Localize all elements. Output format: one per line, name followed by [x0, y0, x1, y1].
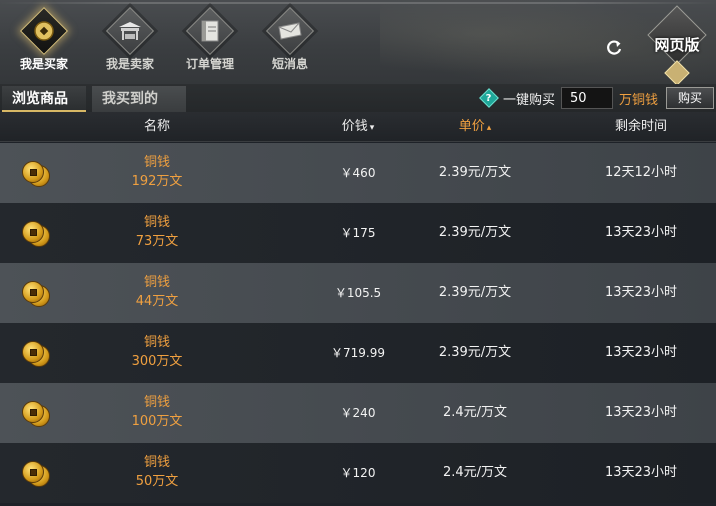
item-name: 铜钱 — [143, 155, 170, 170]
price-cell: ￥719.99 — [331, 346, 385, 360]
table-row[interactable]: 铜钱 50万文 ￥120 2.4元/万文 13天23小时 — [0, 443, 716, 503]
sort-down-icon: ▾ — [369, 123, 375, 133]
refresh-icon — [607, 40, 622, 55]
item-amount: 44万文 — [135, 294, 179, 309]
buy-button[interactable]: 购买 — [666, 87, 715, 109]
nav-seller[interactable]: 我是卖家 — [94, 6, 166, 76]
unit-price-cell: 2.39元/万文 — [438, 225, 512, 240]
one-click-buy-label: 一键购买 — [503, 92, 556, 108]
help-icon[interactable]: ? — [479, 88, 499, 108]
top-rail-divider — [0, 2, 716, 4]
item-name: 铜钱 — [143, 275, 170, 290]
table-row[interactable]: 铜钱 73万文 ￥175 2.39元/万文 13天23小时 — [0, 203, 716, 263]
column-header-time-left[interactable]: 剩余时间 — [586, 112, 696, 142]
time-left-cell: 13天23小时 — [604, 405, 678, 420]
item-amount: 100万文 — [131, 414, 183, 429]
seller-stall-icon — [94, 18, 166, 44]
nav-orders-label: 订单管理 — [185, 57, 234, 71]
nav-buyer-label: 我是买家 — [19, 57, 68, 71]
nav-orders[interactable]: 订单管理 — [174, 6, 246, 76]
table-row[interactable]: 铜钱 192万文 ￥460 2.39元/万文 12天12小时 — [0, 143, 716, 203]
listing-table: 铜钱 192万文 ￥460 2.39元/万文 12天12小时 铜钱 73万文 ￥… — [0, 143, 716, 503]
table-row[interactable]: 铜钱 100万文 ￥240 2.4元/万文 13天23小时 — [0, 383, 716, 443]
nav-messages[interactable]: 短消息 — [254, 6, 326, 76]
nav-seller-label: 我是卖家 — [105, 57, 154, 71]
item-name: 铜钱 — [143, 455, 170, 470]
item-name-cell: 铜钱 300万文 — [110, 333, 204, 371]
item-amount: 192万文 — [131, 174, 183, 189]
unit-price-cell: 2.4元/万文 — [442, 465, 508, 480]
copper-coin-icon — [22, 461, 52, 487]
order-book-icon — [174, 18, 246, 44]
item-amount: 300万文 — [131, 354, 183, 369]
table-header: 名称 价钱 ▾ 单价 ▴ 剩余时间 — [0, 112, 716, 142]
unit-price-cell: 2.4元/万文 — [442, 405, 508, 420]
price-cell: ￥105.5 — [334, 286, 382, 300]
item-name-cell: 铜钱 100万文 — [110, 393, 204, 431]
unit-label: 万铜钱 — [619, 92, 659, 108]
copper-coin-icon — [22, 281, 52, 307]
time-left-cell: 12天12小时 — [604, 165, 678, 180]
price-cell: ￥240 — [340, 406, 376, 420]
time-left-cell: 13天23小时 — [604, 225, 678, 240]
buyer-coin-icon — [8, 18, 80, 44]
price-cell: ￥175 — [340, 226, 376, 240]
item-name-cell: 铜钱 44万文 — [110, 273, 204, 311]
price-cell: ￥120 — [340, 466, 376, 480]
nav-messages-label: 短消息 — [271, 57, 308, 71]
column-header-name[interactable]: 名称 — [110, 112, 204, 142]
column-header-unit-price[interactable]: 单价 ▴ — [430, 112, 520, 142]
one-click-buy-bar: ? 一键购买 万铜钱 购买 — [479, 84, 715, 112]
item-name: 铜钱 — [143, 395, 170, 410]
message-envelope-icon — [254, 18, 326, 44]
unit-price-cell: 2.39元/万文 — [438, 285, 512, 300]
copper-coin-icon — [22, 221, 52, 247]
copper-coin-icon — [22, 161, 52, 187]
web-version-label: 网页版 — [654, 36, 700, 54]
item-name-cell: 铜钱 192万文 — [110, 153, 204, 191]
top-navigation: 我是买家 我是卖家 订单管理 短消息 网页版 — [0, 0, 716, 84]
unit-price-cell: 2.39元/万文 — [438, 165, 512, 180]
copper-coin-icon — [22, 401, 52, 427]
item-amount: 73万文 — [135, 234, 179, 249]
tab-my-purchases[interactable]: 我买到的 — [92, 86, 186, 112]
copper-coin-icon — [22, 341, 52, 367]
time-left-cell: 13天23小时 — [604, 465, 678, 480]
price-cell: ￥460 — [340, 166, 376, 180]
column-header-price[interactable]: 价钱 ▾ — [318, 112, 398, 142]
item-name-cell: 铜钱 73万文 — [110, 213, 204, 251]
web-version-button[interactable]: 网页版 — [644, 5, 710, 84]
item-name: 铜钱 — [143, 335, 170, 350]
quantity-input[interactable] — [561, 87, 614, 109]
time-left-cell: 13天23小时 — [604, 285, 678, 300]
item-amount: 50万文 — [135, 474, 179, 489]
time-left-cell: 13天23小时 — [604, 345, 678, 360]
table-row[interactable]: 铜钱 44万文 ￥105.5 2.39元/万文 13天23小时 — [0, 263, 716, 323]
table-row[interactable]: 铜钱 300万文 ￥719.99 2.39元/万文 13天23小时 — [0, 323, 716, 383]
item-name-cell: 铜钱 50万文 — [110, 453, 204, 491]
nav-buyer[interactable]: 我是买家 — [8, 6, 80, 76]
sort-up-icon: ▴ — [486, 123, 492, 133]
unit-price-cell: 2.39元/万文 — [438, 345, 512, 360]
tab-browse-goods[interactable]: 浏览商品 — [2, 86, 86, 112]
item-name: 铜钱 — [143, 215, 170, 230]
refresh-button[interactable] — [600, 34, 628, 62]
